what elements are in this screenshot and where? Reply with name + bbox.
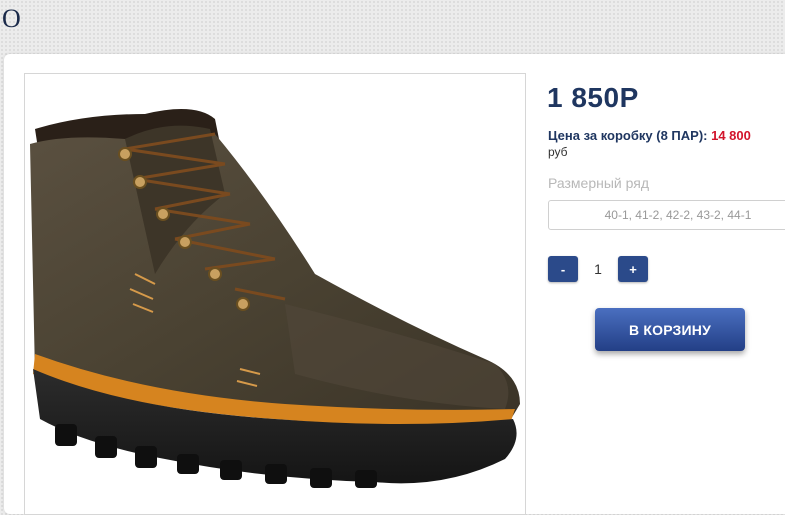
quantity-input[interactable]: 1 bbox=[584, 256, 612, 282]
box-price-value: 14 800 bbox=[711, 128, 751, 143]
size-range-field[interactable]: 40-1, 41-2, 42-2, 43-2, 44-1 bbox=[548, 200, 785, 230]
quantity-decrease-button[interactable]: - bbox=[548, 256, 578, 282]
quantity-increase-button[interactable]: + bbox=[618, 256, 648, 282]
product-image[interactable] bbox=[24, 73, 526, 515]
boot-illustration bbox=[30, 109, 520, 488]
product-price: 1 850Р bbox=[547, 82, 639, 113]
box-price-label: Цена за коробку (8 ПАР): bbox=[548, 128, 708, 143]
box-price-unit: руб bbox=[548, 145, 568, 159]
product-card: 1 850Р Цена за коробку (8 ПАР): 14 800 р… bbox=[4, 54, 785, 515]
page-heading-letter: O bbox=[2, 4, 21, 33]
add-to-cart-button[interactable]: В КОРЗИНУ bbox=[595, 308, 745, 351]
box-price-line: Цена за коробку (8 ПАР): 14 800 bbox=[548, 128, 751, 143]
size-range-label: Размерный ряд bbox=[548, 175, 650, 191]
